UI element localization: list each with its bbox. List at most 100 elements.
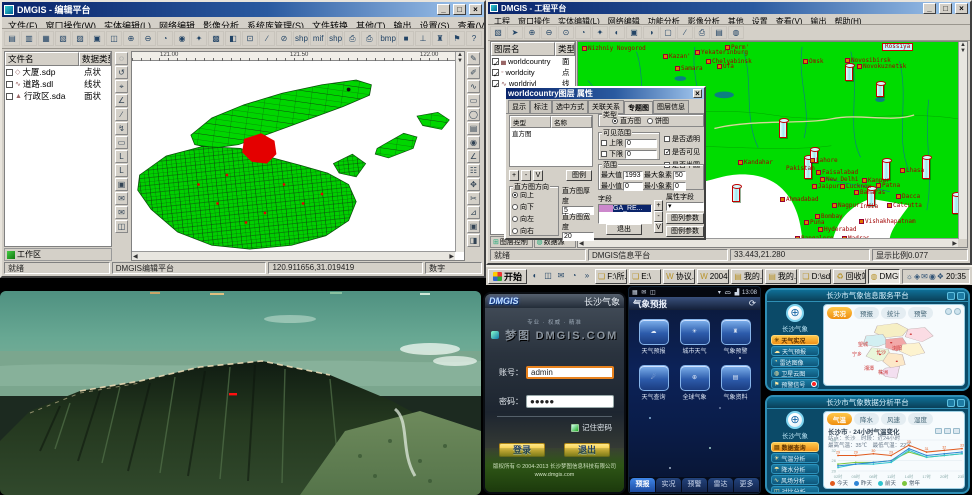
tool-button[interactable]: ▣ xyxy=(115,178,128,191)
toolbar-button[interactable]: ◧ xyxy=(225,31,241,46)
visibility-checkbox[interactable] xyxy=(6,69,13,76)
content-tab[interactable]: 预警 xyxy=(908,307,933,319)
visibility-checkbox[interactable] xyxy=(6,81,13,88)
histogram-bar-symbol[interactable] xyxy=(732,186,740,202)
remember-checkbox[interactable] xyxy=(571,424,579,432)
tool-button[interactable]: ∠ xyxy=(115,94,128,107)
menu-item[interactable]: 文件(F) xyxy=(4,18,42,27)
tool-button[interactable]: ✉ xyxy=(115,192,128,205)
toolbar-button[interactable]: ⊕ xyxy=(524,26,540,39)
content-tab[interactable]: 风速 xyxy=(881,413,906,425)
sidebar-menu-item[interactable]: ⚑ 预警信号 xyxy=(771,379,819,389)
visibility-checkbox[interactable]: ✓ xyxy=(492,58,499,65)
flag-checkbox[interactable]: 是否透明 xyxy=(664,134,700,144)
toolbar-button[interactable]: ▨ xyxy=(72,31,88,46)
sidebar-menu-item[interactable]: ☁ 天气预报 xyxy=(771,346,819,356)
toolbar-button[interactable]: mif xyxy=(310,31,326,46)
nav-tab[interactable]: 雷达 xyxy=(708,478,733,492)
sidebar-menu-item[interactable]: ∿ 风场分析 xyxy=(771,475,819,485)
toolbar-button[interactable]: ▦ xyxy=(38,31,54,46)
menu-item[interactable]: 网络编辑 xyxy=(155,18,199,27)
upper-value[interactable]: 0 xyxy=(625,139,657,148)
app-grid-item[interactable]: ▤ 气象资料 xyxy=(715,365,756,401)
sidebar-menu-item[interactable]: ☀ 天气实况 xyxy=(771,335,819,345)
toolbar-button[interactable]: ▢ xyxy=(660,26,676,39)
lower-checkbox[interactable]: 下限 xyxy=(601,149,623,159)
field-remove-button[interactable]: - xyxy=(654,211,663,222)
tool-button[interactable]: ↯ xyxy=(115,122,128,135)
tool-button[interactable]: L xyxy=(115,164,128,177)
city-label[interactable]: Nagpur xyxy=(832,203,860,209)
district-map[interactable]: 望城长沙浏阳宁乡湘潭株洲 xyxy=(824,319,964,385)
menu-item[interactable]: 其他 xyxy=(724,15,748,23)
toolbar-button[interactable]: ◉ xyxy=(174,31,190,46)
legend-button[interactable]: 图例 xyxy=(566,170,592,181)
menu-button[interactable] xyxy=(947,399,955,407)
layers-control[interactable] xyxy=(954,308,961,315)
toolbar-button[interactable]: ◫ xyxy=(106,31,122,46)
task-button[interactable]: W 2004... xyxy=(697,269,729,284)
menu-item[interactable]: 影像分析 xyxy=(684,15,724,23)
layer-row[interactable]: ✓ ▄ worldcountry 面 xyxy=(491,56,575,67)
toolbar-button[interactable]: ✦ xyxy=(592,26,608,39)
legend-item[interactable]: 昨天 xyxy=(854,479,872,487)
nav-tab[interactable]: 实况 xyxy=(656,478,681,492)
tool-button[interactable]: ◨ xyxy=(467,234,480,247)
toolbar-button[interactable]: shp xyxy=(327,31,343,46)
toolbar-button[interactable]: ⊕ xyxy=(123,31,139,46)
toolbar-button[interactable]: ▣ xyxy=(89,31,105,46)
city-label[interactable]: Dacca xyxy=(896,194,920,200)
toolbar-button[interactable]: ♜ xyxy=(432,31,448,46)
toolbar-button[interactable]: ◐ xyxy=(609,26,625,39)
task-button[interactable]: ♻ 回收站 xyxy=(833,269,865,284)
column-layername[interactable]: 图层名 xyxy=(491,42,555,56)
visibility-checkbox[interactable]: ✓ xyxy=(492,69,499,76)
task-button[interactable]: ◍ DMGI... xyxy=(868,269,900,284)
toolbar-button[interactable]: ? xyxy=(466,31,482,46)
toolbar-button[interactable]: ▥ xyxy=(21,31,37,46)
city-label[interactable]: Lhasa xyxy=(900,168,924,174)
theme-list[interactable]: 类型 名称 直方图 xyxy=(509,115,593,167)
toolbar-button[interactable]: ⎙ xyxy=(361,31,377,46)
close-button[interactable]: × xyxy=(469,4,482,15)
task-button[interactable]: ▤ 我的... xyxy=(765,269,797,284)
legend-item[interactable]: 今天 xyxy=(830,479,848,487)
toolbar-button[interactable]: ⎙ xyxy=(694,26,710,39)
sidebar-menu-item[interactable]: ▤ 数据查询 xyxy=(771,442,819,452)
tool-button[interactable]: ☷ xyxy=(467,164,480,177)
app-grid-item[interactable]: ⊕ 全球气象 xyxy=(674,365,715,401)
city-label[interactable]: Rossiya xyxy=(882,43,913,51)
city-label[interactable]: Banaras xyxy=(854,190,885,196)
menu-item[interactable]: 实体编辑(L) xyxy=(554,15,604,23)
menu-item[interactable]: 实体编辑(L) xyxy=(100,18,155,27)
expand-button[interactable] xyxy=(953,428,960,434)
app-grid-item[interactable]: ☁ 天气预报 xyxy=(633,319,674,355)
menu-item[interactable]: 查看(V) xyxy=(772,15,807,23)
sidebar-menu-item[interactable]: ◔ 雷达图像 xyxy=(771,357,819,367)
toolbar-button[interactable]: ∕ xyxy=(259,31,275,46)
toolbar-button[interactable]: ⊙ xyxy=(558,26,574,39)
app-grid-item[interactable]: ☄ 天气查询 xyxy=(633,365,674,401)
toolbar-button[interactable]: ■ xyxy=(398,31,414,46)
tool-button[interactable]: ✉ xyxy=(115,206,128,219)
tool-button[interactable]: ◯ xyxy=(467,108,480,121)
close-button[interactable]: × xyxy=(955,3,968,14)
direction-radio[interactable]: 向下 xyxy=(512,202,556,212)
refresh-icon[interactable]: ⟳ xyxy=(749,298,756,309)
city-label[interactable]: Samara xyxy=(675,66,703,72)
toolbar-button[interactable]: ⎙ xyxy=(344,31,360,46)
task-button[interactable]: W 协议... xyxy=(663,269,695,284)
legend-params-button-1[interactable]: 图列参数 xyxy=(666,213,704,224)
lower-value[interactable]: 0 xyxy=(625,150,657,159)
file-row[interactable]: ▲ 行政区.sda 面状 xyxy=(5,90,111,102)
visibility-checkbox[interactable] xyxy=(6,93,13,100)
apply-button[interactable]: V xyxy=(533,170,543,181)
remember-label[interactable]: 记住密码 xyxy=(582,422,612,433)
temperature-line-chart[interactable]: 2026323802时05时08时11时14时17时20时23时29293029… xyxy=(826,436,965,480)
city-label[interactable]: Pakistan xyxy=(786,166,815,172)
sidebar-menu-item[interactable]: ◍ 卫星云图 xyxy=(771,368,819,378)
zoom-control[interactable] xyxy=(945,308,952,315)
terrain-3d-view[interactable] xyxy=(0,291,481,495)
task-button[interactable]: ❏ E:\ xyxy=(629,269,661,284)
content-tab[interactable]: 实况 xyxy=(827,307,852,319)
